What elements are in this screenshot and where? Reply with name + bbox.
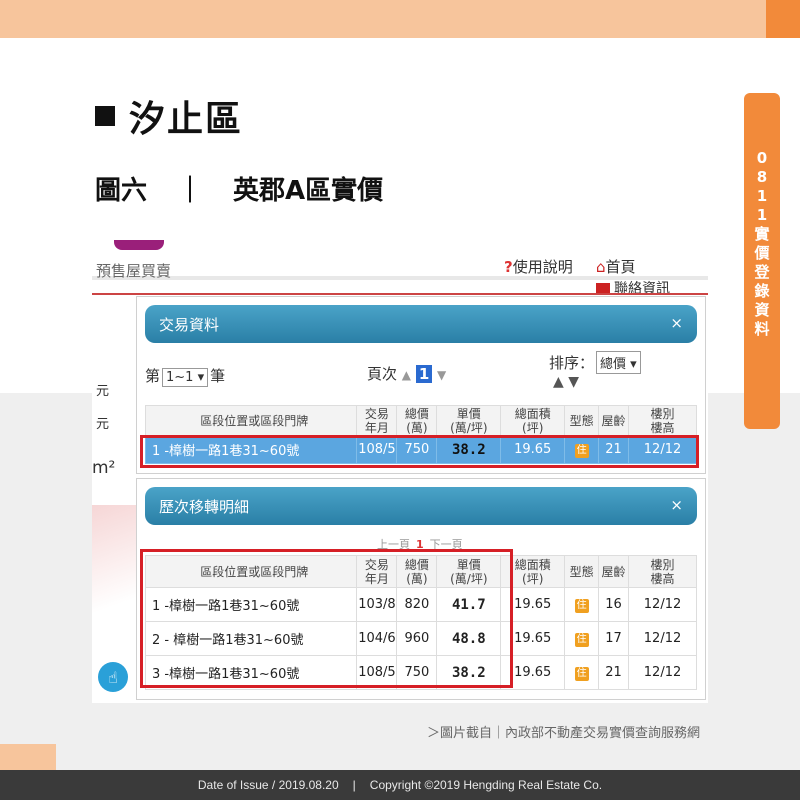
square-bullet-icon bbox=[95, 106, 115, 126]
sort-select[interactable]: 總價 ▾ bbox=[596, 351, 641, 374]
table-header-row: 區段位置或區段門牌 交易 年月 總價 (萬) 單價 (萬/坪) 總面積 (坪) 型態 屋齡樓… bbox=[144, 405, 697, 436]
column-header: 型態 bbox=[564, 555, 600, 588]
column-header: 屋齡 bbox=[598, 555, 630, 588]
sort-label: 排序： bbox=[549, 354, 595, 372]
page-control: 頁次 ▲ 1 ▼ bbox=[367, 363, 446, 384]
highlight-box bbox=[140, 549, 513, 688]
bottom-accent bbox=[0, 744, 56, 770]
side-tab-char: 1 bbox=[756, 206, 768, 224]
home-icon: ⌂ bbox=[596, 258, 606, 276]
column-header: 型態 bbox=[564, 405, 600, 436]
floor-cell: 12/12 bbox=[628, 587, 697, 622]
side-tab-char: 價 bbox=[754, 244, 770, 262]
page-subtitle: 圖六 ｜ 英郡A區實價 bbox=[95, 170, 383, 207]
sort-desc-icon[interactable]: ▼ bbox=[568, 374, 579, 390]
side-tab: 0 8 1 1 實 價 登 錄 資 料 bbox=[744, 93, 780, 429]
column-header: 屋齡 bbox=[598, 405, 630, 436]
home-label: 首頁 bbox=[605, 258, 636, 276]
type-cell: 住 bbox=[564, 621, 600, 656]
count-select[interactable]: 1~1 ▾ bbox=[162, 368, 209, 387]
sort-asc-icon[interactable]: ▲ bbox=[553, 374, 564, 390]
help-link[interactable]: ?使用說明 bbox=[504, 256, 573, 277]
column-header: 樓別 樓高 bbox=[628, 405, 697, 436]
close-icon[interactable]: × bbox=[670, 496, 683, 514]
sort-arrows: ▲ ▼ bbox=[553, 374, 643, 390]
column-header: 交易 年月 bbox=[356, 405, 398, 436]
side-tab-char: 1 bbox=[756, 187, 768, 205]
side-tab-char: 實 bbox=[754, 225, 770, 243]
column-header: 區段位置或區段門牌 bbox=[144, 405, 358, 436]
site-tab-indicator bbox=[114, 240, 164, 250]
column-header: 總價 (萬) bbox=[396, 405, 438, 436]
side-tab-char: 料 bbox=[754, 320, 770, 338]
count-value: 1~1 bbox=[166, 370, 194, 385]
highlight-box bbox=[140, 435, 699, 468]
image-source: ＞圖片截自｜內政部不動產交易實價查詢服務網 bbox=[426, 726, 700, 741]
side-tab-char: 錄 bbox=[754, 282, 770, 300]
transaction-panel-header: 交易資料 × bbox=[145, 305, 697, 343]
figure-name: 英郡A區實價 bbox=[233, 176, 384, 206]
hand-pointer-icon[interactable]: ☝ bbox=[98, 662, 128, 692]
close-icon[interactable]: × bbox=[670, 314, 683, 332]
record-count: 第 1~1 ▾ 筆 bbox=[145, 365, 225, 387]
contact-link[interactable]: 聯絡資訊 bbox=[596, 278, 670, 298]
history-panel-title: 歷次移轉明細 bbox=[159, 497, 250, 516]
figure-label: 圖六 bbox=[95, 176, 148, 206]
residence-icon: 住 bbox=[574, 632, 589, 647]
side-tab-char: 0 bbox=[756, 149, 768, 167]
page-label: 頁次 bbox=[367, 365, 398, 383]
arrow-down-icon[interactable]: ▼ bbox=[437, 368, 446, 382]
age-cell: 16 bbox=[598, 587, 630, 622]
count-suffix: 筆 bbox=[210, 367, 226, 385]
website-screenshot: 預售屋買賣 ?使用說明 ⌂首頁 聯絡資訊 元 元 ☝ 交易資料 × 第 1~1 ▾… bbox=[92, 240, 708, 703]
arrow-up-icon[interactable]: ▲ bbox=[402, 368, 411, 382]
page-number[interactable]: 1 bbox=[415, 365, 433, 383]
top-banner-accent bbox=[766, 0, 800, 38]
type-cell: 住 bbox=[564, 655, 600, 690]
left-label: 元 bbox=[96, 417, 110, 432]
age-cell: 17 bbox=[598, 621, 630, 656]
question-icon: ? bbox=[504, 258, 513, 276]
sort-value: 總價 bbox=[600, 357, 627, 372]
history-panel-header: 歷次移轉明細 × bbox=[145, 487, 697, 525]
issue-date: Date of Issue / 2019.08.20 bbox=[197, 778, 339, 792]
subtitle-separator: ｜ bbox=[177, 176, 204, 206]
side-tab-char: 資 bbox=[754, 301, 770, 319]
presale-link[interactable]: 預售屋買賣 bbox=[96, 260, 171, 281]
transaction-panel-title: 交易資料 bbox=[159, 315, 220, 334]
type-cell: 住 bbox=[564, 587, 600, 622]
site-header: 預售屋買賣 ?使用說明 ⌂首頁 聯絡資訊 bbox=[92, 240, 708, 298]
mail-icon bbox=[596, 283, 610, 293]
floor-cell: 12/12 bbox=[628, 655, 697, 690]
residence-icon: 住 bbox=[574, 598, 589, 613]
page-title: 汐止區 bbox=[129, 99, 244, 140]
header-red-line bbox=[92, 293, 708, 295]
count-prefix: 第 bbox=[145, 367, 161, 385]
title-row: 汐止區 bbox=[95, 90, 243, 142]
footer-separator: | bbox=[352, 778, 356, 792]
column-header: 單價 (萬/坪) bbox=[436, 405, 502, 436]
footer: Date of Issue / 2019.08.20 | Copyright ©… bbox=[0, 770, 800, 800]
help-label: 使用說明 bbox=[512, 258, 573, 276]
top-banner bbox=[0, 0, 800, 38]
side-tab-char: 登 bbox=[754, 263, 770, 281]
column-header: 樓別 樓高 bbox=[628, 555, 697, 588]
column-header: 總面積 (坪) bbox=[500, 405, 566, 436]
left-label: 元 bbox=[96, 384, 110, 399]
age-cell: 21 bbox=[598, 655, 630, 690]
left-decor bbox=[92, 505, 136, 645]
home-link[interactable]: ⌂首頁 bbox=[596, 256, 636, 277]
floor-cell: 12/12 bbox=[628, 621, 697, 656]
copyright: Copyright ©2019 Hengding Real Estate Co. bbox=[369, 778, 603, 792]
residence-icon: 住 bbox=[574, 666, 589, 681]
sort-control: 排序： 總價 ▾ ▲ ▼ bbox=[549, 351, 643, 390]
area-unit: m² bbox=[92, 458, 116, 478]
side-tab-char: 8 bbox=[756, 168, 768, 186]
